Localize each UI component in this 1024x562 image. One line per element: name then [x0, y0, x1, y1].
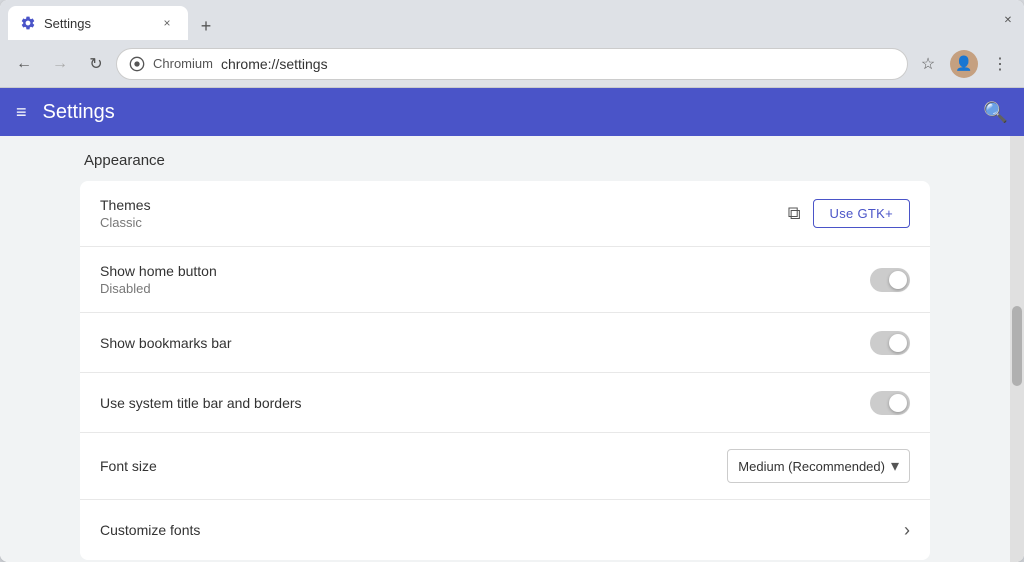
new-tab-button[interactable]: + — [192, 12, 220, 40]
home-button-row: Show home button Disabled — [80, 247, 930, 313]
font-size-value: Medium (Recommended) — [738, 459, 885, 474]
settings-search-icon[interactable]: 🔍 — [983, 100, 1008, 125]
bookmarks-bar-row: Show bookmarks bar — [80, 313, 930, 373]
themes-label: Themes — [100, 197, 788, 213]
title-bar-content: Use system title bar and borders — [100, 395, 870, 411]
address-bar[interactable]: Chromium chrome://settings — [116, 48, 908, 80]
address-url: chrome://settings — [221, 56, 328, 72]
active-tab[interactable]: Settings × — [8, 6, 188, 40]
title-bar-action — [870, 391, 910, 415]
browser-window: Settings × + ✕ ← → ↻ Chromium chrome://s… — [0, 0, 1024, 562]
back-button[interactable]: ← — [8, 48, 40, 80]
appearance-section-title: Appearance — [80, 152, 930, 169]
title-bar-label: Use system title bar and borders — [100, 395, 870, 411]
bookmark-button[interactable]: ☆ — [912, 48, 944, 80]
tab-title: Settings — [44, 16, 150, 31]
scrollbar-track[interactable] — [1010, 136, 1024, 562]
home-button-action — [870, 268, 910, 292]
reload-button[interactable]: ↻ — [80, 48, 112, 80]
hamburger-menu-icon[interactable]: ≡ — [16, 102, 27, 123]
title-bar-toggle[interactable] — [870, 391, 910, 415]
themes-action: ⧉ Use GTK+ — [788, 199, 910, 228]
bookmarks-bar-label: Show bookmarks bar — [100, 335, 870, 351]
customize-fonts-content: Customize fonts — [100, 522, 904, 538]
scrollbar-thumb[interactable] — [1012, 306, 1022, 386]
font-size-action: Medium (Recommended) ▾ — [727, 449, 910, 483]
settings-page-title: Settings — [43, 101, 968, 124]
external-link-icon[interactable]: ⧉ — [788, 203, 801, 224]
use-gtk-button[interactable]: Use GTK+ — [813, 199, 910, 228]
settings-tab-icon — [20, 15, 36, 31]
profile-button[interactable]: 👤 — [948, 48, 980, 80]
nav-right-controls: ☆ 👤 ⋮ — [912, 48, 1016, 80]
themes-row: Themes Classic ⧉ Use GTK+ — [80, 181, 930, 247]
tabs-area: Settings × + — [8, 0, 992, 40]
appearance-settings-card: Themes Classic ⧉ Use GTK+ Show home butt… — [80, 181, 930, 560]
profile-avatar: 👤 — [950, 50, 978, 78]
settings-header: ≡ Settings 🔍 — [0, 88, 1024, 136]
dropdown-arrow-icon: ▾ — [891, 456, 899, 476]
customize-fonts-label: Customize fonts — [100, 522, 904, 538]
tab-close-button[interactable]: × — [158, 14, 176, 32]
settings-main: Appearance Themes Classic ⧉ Use GTK+ — [0, 136, 1010, 562]
customize-fonts-action: › — [904, 520, 910, 541]
font-size-dropdown[interactable]: Medium (Recommended) ▾ — [727, 449, 910, 483]
navigation-bar: ← → ↻ Chromium chrome://settings ☆ 👤 ⋮ — [0, 40, 1024, 88]
customize-fonts-row[interactable]: Customize fonts › — [80, 500, 930, 560]
chromium-icon — [129, 56, 145, 72]
font-size-content: Font size — [100, 458, 727, 474]
title-bar-row: Use system title bar and borders — [80, 373, 930, 433]
browser-name: Chromium — [153, 56, 213, 71]
window-controls: ✕ — [1000, 12, 1016, 28]
home-button-content: Show home button Disabled — [100, 263, 870, 296]
forward-button[interactable]: → — [44, 48, 76, 80]
themes-content: Themes Classic — [100, 197, 788, 230]
bookmarks-bar-toggle[interactable] — [870, 331, 910, 355]
window-close-button[interactable]: ✕ — [1000, 12, 1016, 28]
font-size-label: Font size — [100, 458, 727, 474]
home-button-toggle[interactable] — [870, 268, 910, 292]
home-button-label: Show home button — [100, 263, 870, 279]
settings-content: Appearance Themes Classic ⧉ Use GTK+ — [0, 136, 1024, 562]
home-button-sublabel: Disabled — [100, 281, 870, 296]
customize-fonts-chevron: › — [904, 520, 910, 541]
bookmarks-bar-content: Show bookmarks bar — [100, 335, 870, 351]
title-bar: Settings × + ✕ — [0, 0, 1024, 40]
bookmarks-bar-action — [870, 331, 910, 355]
menu-button[interactable]: ⋮ — [984, 48, 1016, 80]
themes-sublabel: Classic — [100, 215, 788, 230]
font-size-row: Font size Medium (Recommended) ▾ — [80, 433, 930, 500]
